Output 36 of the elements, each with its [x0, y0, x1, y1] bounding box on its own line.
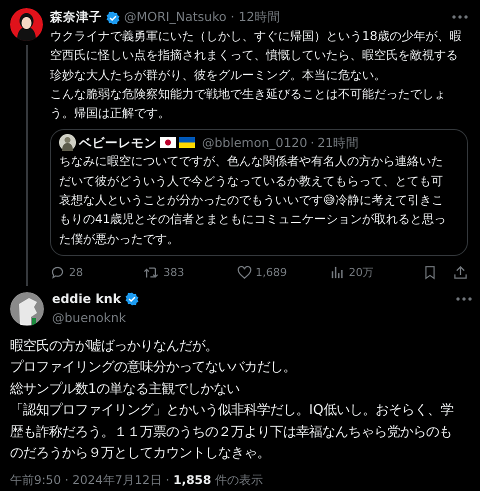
bookmark-icon[interactable] — [423, 265, 437, 280]
author-handle[interactable]: @MORI_Natsuko — [124, 8, 227, 27]
post-text: こんな脆弱な危険察知能力で戦地で生き延びることは不可能だったでしょう。帰国は正解です。 — [50, 86, 447, 122]
author-name: ベビーレモン — [79, 134, 157, 152]
quoted-post[interactable]: ベビーレモン @bblemon_0120 · 21時間 ちなみに暇空についてですが、色んな関係者や有名人の方から連絡いただいて彼がどういう人で今どうなっているか教えてもらって、とても可哀想な人ということが分かったのでもういいです😅冷静に考えて引きこもりの41歳児とその信者とまともにコミュニケーションが取れると思った僕が悪かったです。 — [50, 129, 468, 256]
post-time[interactable]: 12時間 — [238, 8, 280, 27]
more-icon[interactable] — [456, 297, 472, 302]
author-name[interactable]: 森奈津子 — [50, 8, 102, 27]
stat-count: 20万 — [348, 264, 374, 281]
post-text: 総サンプル数1の単なる主観でしかない — [10, 380, 241, 399]
avatar[interactable] — [59, 134, 76, 152]
author-handle: @bblemon_0120 — [202, 134, 308, 152]
author-handle[interactable]: @buenoknk — [52, 308, 472, 328]
post-text: 「認知プロファイリング」とかいう似非科学だし。IQ低いし。おそらく、学歴も詐称だろう。１１万票のうちの２万より下は幸福なんちゃら党からのものだろうから９万としてカウントしなきゃ。 — [10, 402, 454, 464]
post-text: 暇空氏の方が嘘ばっかりなんだが。 — [10, 338, 219, 356]
author-name[interactable]: eddie knk — [52, 290, 122, 309]
more-icon[interactable] — [452, 15, 468, 20]
post-text: プロファイリングの意味分かってないバカだし。 — [10, 358, 297, 378]
stat-count: 383 — [163, 264, 184, 281]
separator-dot: · — [230, 8, 235, 26]
repost-icon[interactable] — [143, 265, 160, 280]
stat-count: 1,689 — [256, 264, 287, 281]
flag-icon — [160, 137, 176, 148]
separator-dot: · — [310, 134, 314, 152]
views-icon[interactable] — [330, 265, 345, 280]
flag-icon — [179, 137, 195, 148]
heart-icon[interactable] — [236, 265, 252, 280]
stat-count: 28 — [69, 264, 83, 281]
reply-icon[interactable] — [50, 265, 65, 280]
post-text: ウクライナで義勇軍にいた（しかし、すぐに帰国）という18歳の少年が、暇空西氏に怪しい点を指摘されまくって、憤慨していたら、暇空氏を敵視する珍妙な大人たちが群がり、彼をグルーミング。本当に危ない。 — [50, 28, 463, 84]
post-meta: 午前9:50 · 2024年7月12日 · 1,858 件の表示 — [10, 472, 264, 489]
post-time: 21時間 — [317, 134, 360, 152]
avatar[interactable] — [10, 292, 44, 326]
share-icon[interactable] — [453, 265, 468, 280]
avatar[interactable] — [10, 8, 43, 41]
quoted-text: ちなみに暇空についてですが、色んな関係者や有名人の方から連絡いただいて彼がどういう人で今どうなっているか教えてもらって、とても可哀想な人ということが分かったのでもういいです😅冷静に考えて引きこもりの41歳児とその信者とまともにコミュニケーションが取れると思った僕が悪かったです。 — [59, 153, 448, 248]
